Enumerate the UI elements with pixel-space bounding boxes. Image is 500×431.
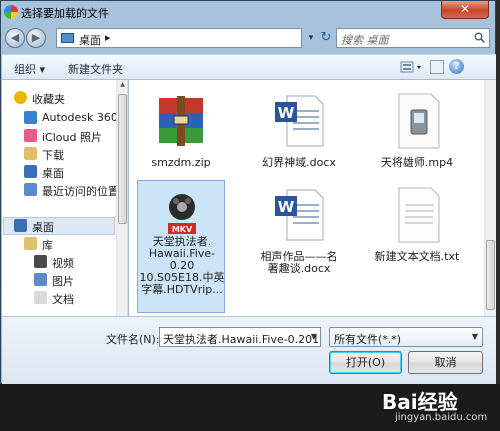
cancel-button[interactable]: 取消: [408, 351, 483, 374]
desktop-icon: [14, 219, 27, 232]
filetype-value: 所有文件(*.*): [334, 333, 402, 346]
nav-item[interactable]: 桌面: [2, 163, 117, 181]
svg-text:W: W: [278, 198, 295, 216]
chevron-right-icon[interactable]: ▸: [105, 31, 111, 44]
search-placeholder: 搜索 桌面: [341, 34, 389, 47]
window-title: 选择要加载的文件: [21, 7, 109, 20]
scroll-up-arrow-icon[interactable]: ▲: [118, 81, 127, 91]
desktop-icon: [24, 165, 37, 178]
nav-scrollbar[interactable]: ▲: [116, 80, 127, 316]
nav-item-label: 桌面: [42, 167, 64, 180]
forward-button[interactable]: ▶: [26, 28, 46, 48]
file-tile[interactable]: 天将雄师.mp4: [373, 86, 461, 172]
file-list-pane: smzdm.zip W 幻界神域.docx 天将雄师.mp4 MKV 天堂执法者. Haw…: [129, 80, 496, 316]
organize-menu-button[interactable]: 组织 ▾: [14, 61, 45, 77]
change-view-icon[interactable]: [400, 60, 426, 74]
filename-input[interactable]: 天堂执法者.Hawaii.Five-0.2010.S ▼: [159, 327, 321, 347]
desktop-icon: [61, 33, 74, 43]
nav-item-label: 视频: [52, 257, 74, 270]
chevron-down-icon[interactable]: ▼: [468, 328, 482, 346]
app-icon: [4, 5, 18, 19]
nav-item-label: 图片: [52, 275, 74, 288]
svg-text:MKV: MKV: [172, 225, 193, 234]
refresh-icon[interactable]: ↻: [318, 28, 334, 48]
navigation-pane: 收藏夹 Autodesk 360 iCloud 照片 下载 桌面 最近访问的位置 桌面库视频…: [2, 80, 128, 316]
preview-pane-icon[interactable]: [430, 60, 444, 74]
nav-item[interactable]: 图片: [2, 271, 117, 289]
nav-item-label: 最近访问的位置: [42, 185, 119, 198]
file-tile[interactable]: W 幻界神域.docx: [255, 86, 343, 172]
command-bar: 组织 ▾ 新建文件夹 ?: [2, 54, 496, 80]
file-tile[interactable]: 新建文本文档.txt: [373, 180, 461, 266]
nav-item-label: 下载: [42, 149, 64, 162]
address-history-dropdown[interactable]: ▾: [304, 28, 318, 48]
nav-scroll-thumb[interactable]: [118, 94, 127, 224]
new-folder-button[interactable]: 新建文件夹: [68, 61, 123, 77]
winrar-archive-icon: [159, 96, 203, 146]
watermark-brand: Bai经验: [382, 390, 458, 414]
nav-item[interactable]: 库: [2, 235, 117, 253]
nav-item-label: Autodesk 360: [42, 111, 118, 124]
filename-label: 文件名(N):: [106, 333, 160, 346]
file-name: 幻界神域.docx: [262, 156, 336, 169]
close-button[interactable]: ✕: [441, 1, 489, 19]
help-icon[interactable]: ?: [449, 59, 464, 74]
nav-item[interactable]: iCloud 照片: [2, 127, 117, 145]
file-name: 天堂执法者. Hawaii.Five-0.20 10.S05E18.中英 字幕.…: [139, 235, 225, 296]
nav-item-label: 桌面: [32, 221, 54, 234]
file-open-dialog: 选择要加载的文件 ✕ ◀ ▶ 桌面 ▸ ▾ ↻ 搜索 桌面 组织 ▾ 新建文件夹…: [0, 0, 496, 384]
nav-item[interactable]: 收藏夹: [2, 89, 117, 107]
file-scrollbar[interactable]: [484, 80, 496, 316]
title-bar[interactable]: 选择要加载的文件 ✕: [1, 1, 497, 23]
file-tile[interactable]: W 相声作品——名 著趣谈.docx: [255, 180, 343, 275]
file-tile[interactable]: smzdm.zip: [137, 86, 225, 172]
open-button[interactable]: 打开(O): [329, 351, 402, 374]
filetype-select[interactable]: 所有文件(*.*) ▼: [329, 327, 483, 347]
address-bar[interactable]: 桌面 ▸: [56, 28, 302, 48]
nav-item-label: 收藏夹: [32, 93, 65, 106]
search-input[interactable]: 搜索 桌面: [336, 28, 490, 48]
watermark-url: jingyan.baidu.com: [395, 412, 488, 423]
word-document-icon: W: [275, 189, 324, 241]
arrow-left-icon: ◀: [10, 31, 20, 44]
nav-item[interactable]: 桌面: [2, 217, 117, 235]
filename-value[interactable]: 天堂执法者.Hawaii.Five-0.2010.S: [163, 331, 320, 346]
background-strip: [496, 0, 500, 384]
file-scroll-thumb[interactable]: [486, 240, 495, 310]
pictures-library-icon: [34, 273, 47, 286]
file-tile[interactable]: MKV 天堂执法者. Hawaii.Five-0.20 10.S05E18.中英 …: [137, 180, 225, 313]
file-name: smzdm.zip: [151, 156, 211, 169]
icloud-photos-icon: [24, 129, 37, 142]
nav-item[interactable]: 文档: [2, 289, 117, 307]
video-file-icon: [398, 93, 440, 149]
file-name: 新建文本文档.txt: [374, 250, 460, 263]
file-name: 天将雄师.mp4: [380, 156, 454, 169]
video-library-icon: [34, 255, 47, 268]
star-icon: [14, 91, 27, 104]
text-document-icon: [398, 187, 440, 243]
nav-item[interactable]: 最近访问的位置: [2, 181, 119, 199]
nav-item-label: 库: [42, 239, 53, 252]
back-button[interactable]: ◀: [5, 28, 25, 48]
nav-item-label: 文档: [52, 293, 74, 306]
nav-item-label: iCloud 照片: [42, 131, 102, 144]
file-name: 相声作品——名 著趣谈.docx: [260, 250, 338, 275]
nav-item[interactable]: 视频: [2, 253, 117, 271]
arrow-right-icon: ▶: [31, 31, 41, 44]
nav-item[interactable]: Autodesk 360: [2, 109, 118, 127]
svg-text:W: W: [278, 104, 295, 122]
nav-item[interactable]: 下载: [2, 145, 117, 163]
address-location[interactable]: 桌面: [79, 32, 101, 48]
chevron-down-icon[interactable]: ▼: [308, 328, 320, 346]
search-icon[interactable]: [474, 32, 485, 43]
recent-places-icon: [24, 183, 37, 196]
word-document-icon: W: [275, 95, 324, 147]
cloud-icon: [24, 111, 37, 124]
download-folder-icon: [24, 147, 37, 160]
documents-library-icon: [34, 291, 47, 304]
dialog-footer: 文件名(N): 天堂执法者.Hawaii.Five-0.2010.S ▼ 所有文…: [2, 316, 496, 384]
library-icon: [24, 237, 37, 250]
